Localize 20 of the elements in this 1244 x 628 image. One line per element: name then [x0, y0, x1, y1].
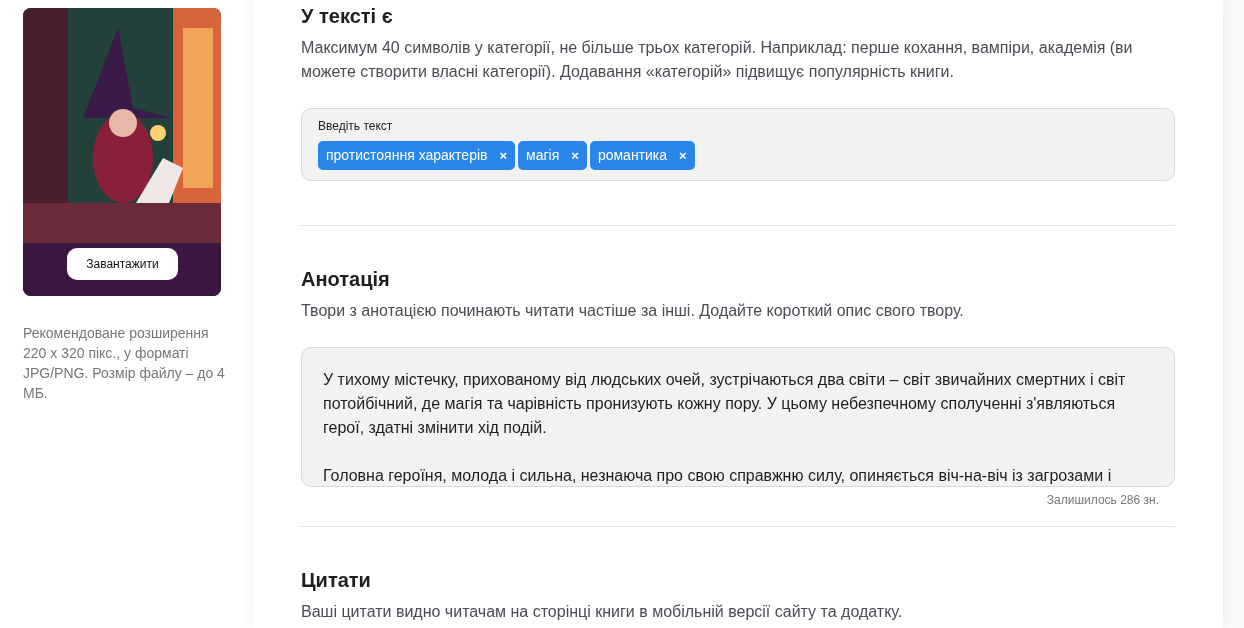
annotation-paragraph: Головна героїня, молода і сильна, незнаюча про свою справжню силу, опиняється віч-на-віч із загрозами і — [323, 466, 1113, 486]
field-label: Введіть текст — [318, 118, 394, 135]
remove-tag-button[interactable]: × — [679, 149, 687, 162]
tags-field[interactable]: Введіть текст протистояння характерів × магія × романтика × — [301, 108, 1175, 181]
character-counter: Залишилось 286 зн. — [1046, 492, 1160, 509]
cover-hint: Рекомендоване розширення 220 x 320 пікс., у форматі JPG/PNG. Розмір файлу – до 4 МБ. — [23, 324, 226, 403]
tag-label: романтика — [597, 146, 668, 165]
tag-label: магія — [526, 146, 560, 165]
section-description: Максимум 40 символів у категорії, не більше трьох категорій. Наприклад: перше кохання, вампіри, академія (ви можете створити власні категорії). Додавання «категорій» підвищує популярність книги. — [301, 38, 1134, 82]
section-title: Анотація — [301, 267, 391, 292]
tag-label: протистояння характерів — [326, 146, 488, 165]
remove-tag-button[interactable]: × — [499, 149, 508, 162]
section-description: Твори з анотацією починають читати частіше за інші. Додайте короткий опис свого твору. — [301, 301, 965, 321]
annotation-paragraph: У тихому містечку, прихованому від людських очей, зустрічаються два світи – світ звичайних смертних і світ потойбічний, де магія та чарівність пронизують кожну пору. У цьому небезпечному сполученні з'являються герої, здатні змінити хід подій. — [323, 370, 1127, 438]
section-title: Цитати — [301, 568, 372, 593]
section-title: У тексті є — [301, 4, 394, 29]
upload-button[interactable]: Завантажити — [67, 248, 178, 280]
section-description: Ваші цитати видно читачам на сторінці книги в мобільній версії сайту та додатку. — [301, 602, 904, 622]
remove-tag-button[interactable]: × — [571, 149, 579, 162]
annotation-textarea[interactable] — [301, 347, 1175, 487]
